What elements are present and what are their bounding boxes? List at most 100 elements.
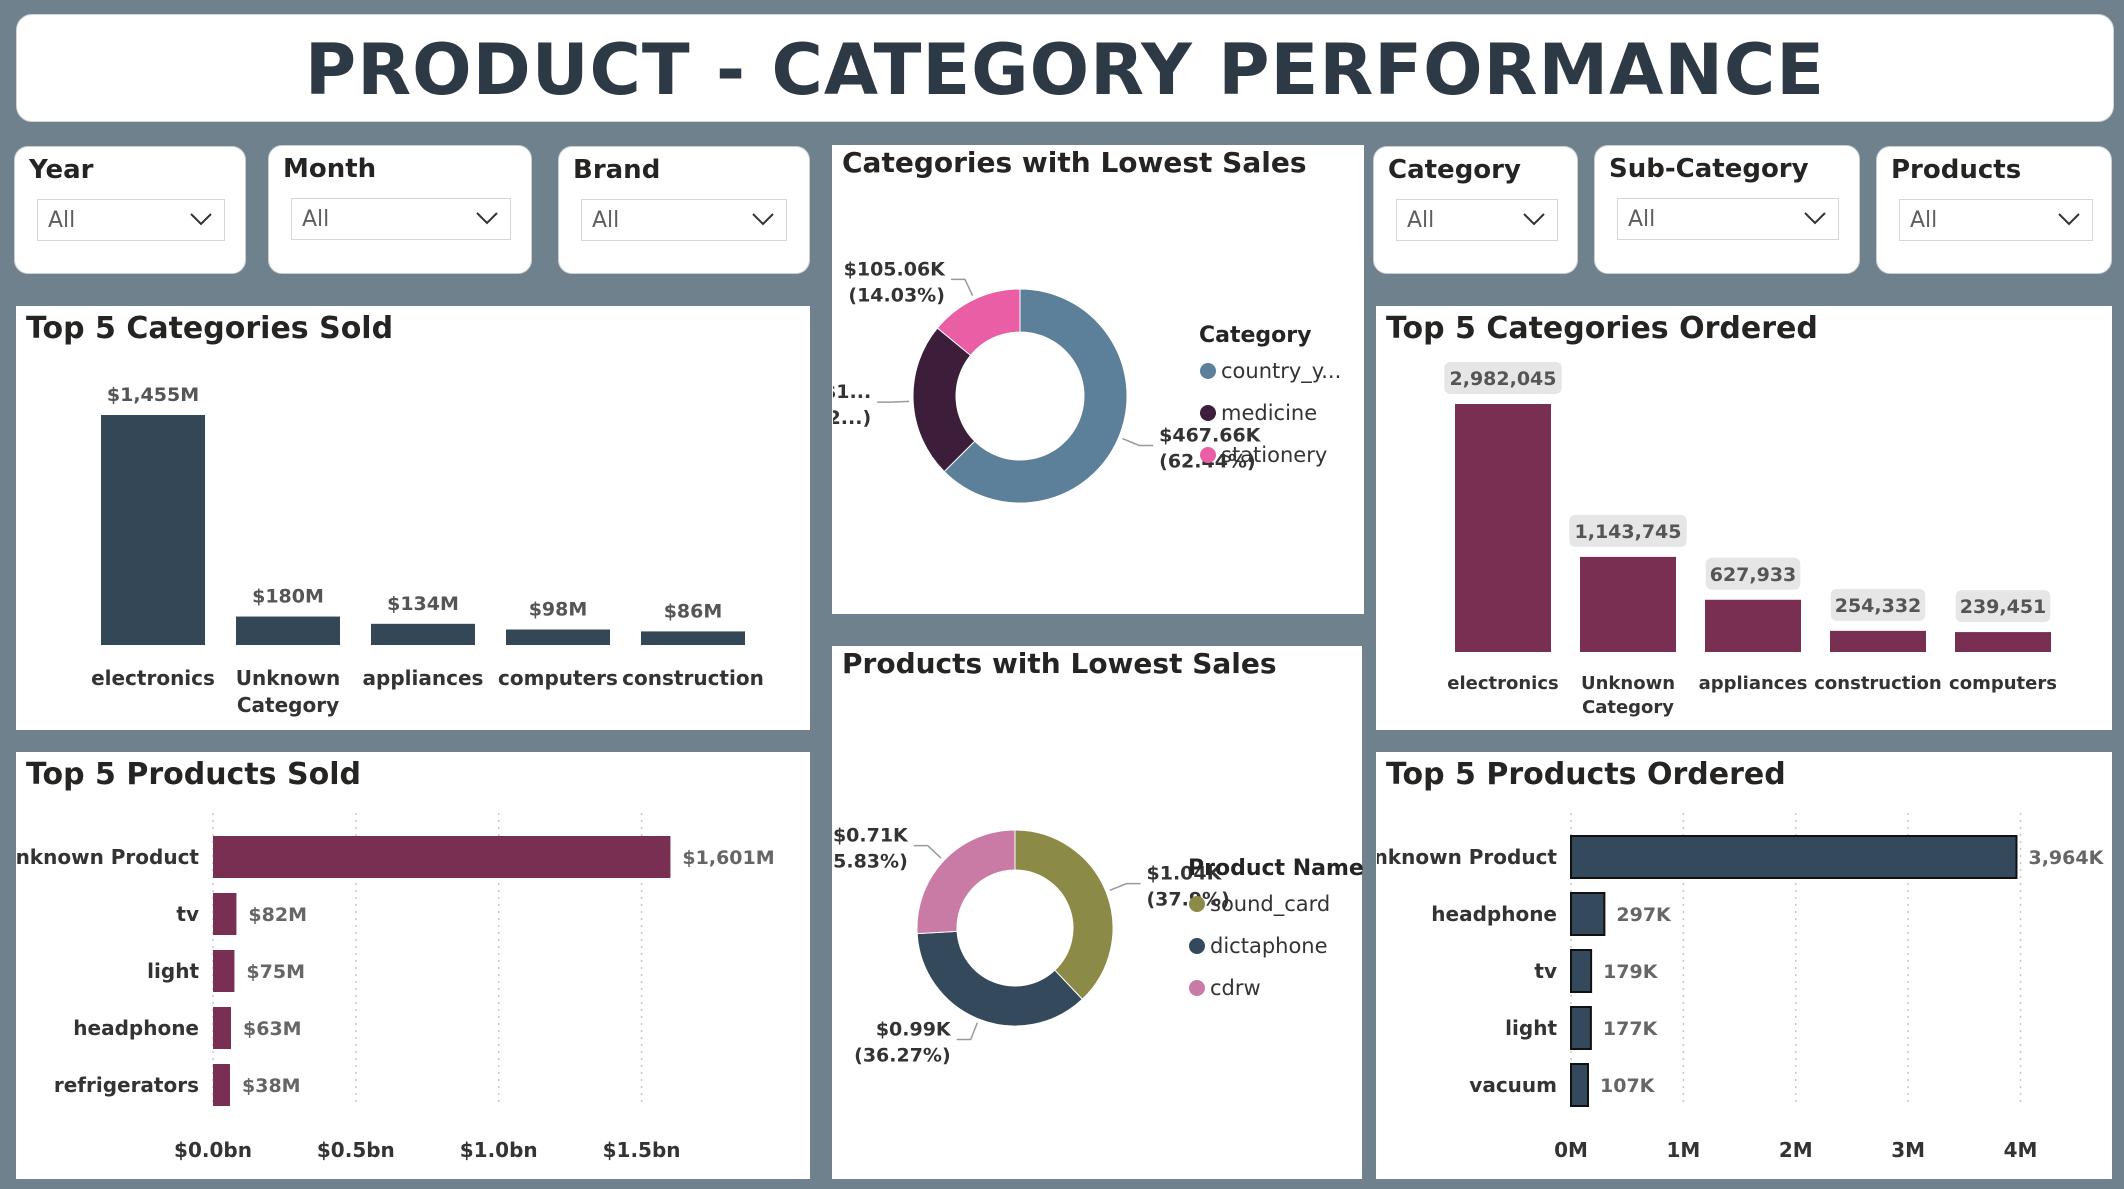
slicer-label: Month (283, 154, 377, 184)
data-label: (25.83%) (833, 851, 908, 873)
bar (506, 629, 610, 645)
title-banner: PRODUCT - CATEGORY PERFORMANCE (16, 14, 2114, 122)
category-dropdown[interactable]: All (1396, 199, 1558, 241)
brand-dropdown[interactable]: All (581, 199, 787, 241)
data-label: $82M (248, 904, 307, 926)
leader-line (877, 400, 910, 403)
category-label: appliances (1699, 673, 1808, 694)
data-label: $1,601M (682, 847, 774, 869)
dropdown-value: All (48, 208, 76, 233)
category-label: electronics (91, 666, 215, 690)
panel-top5-categories-sold: Top 5 Categories Sold $1,455M electronics… (16, 306, 810, 730)
donut-slice (916, 829, 1016, 935)
dropdown-value: All (1910, 208, 1938, 233)
data-label: 297K (1616, 904, 1672, 926)
category-label: Unknown Product (1377, 845, 1557, 869)
donut-slice (916, 930, 1083, 1027)
category-label: Unknown Product (17, 845, 199, 869)
data-label: $0.71K (833, 825, 909, 847)
data-label: 1,143,745 (1575, 521, 1682, 543)
bar (213, 1064, 230, 1106)
month-dropdown[interactable]: All (291, 198, 511, 240)
slicer-sub-category[interactable]: Sub-Category All (1594, 145, 1860, 274)
legend-title: Product Name (1188, 856, 1363, 881)
bar (1830, 630, 1926, 652)
bar (371, 623, 475, 645)
top5-products-ordered-chart: 0M 1M 2M 3M 4M Unknown Product 3,964K headphone… (1377, 813, 2105, 1162)
bar (1455, 404, 1551, 652)
data-label: 179K (1603, 961, 1659, 983)
bar (1570, 835, 2018, 879)
sub-category-dropdown[interactable]: All (1617, 198, 1839, 240)
bar (1955, 632, 2051, 652)
data-label: 254,332 (1835, 595, 1922, 617)
x-tick-label: $0.0bn (174, 1138, 252, 1162)
panel-top5-products-ordered: Top 5 Products Ordered 0M 1M 2M 3M 4M Unknown… (1376, 752, 2112, 1179)
slicer-products[interactable]: Products All (1876, 146, 2112, 274)
data-label: $0.99K (876, 1019, 952, 1041)
slicer-label: Products (1891, 155, 2022, 185)
x-tick-label: $1.0bn (460, 1138, 538, 1162)
bar (101, 415, 205, 645)
panel-categories-lowest-sales: Categories with Lowest Sales $467.66K(62… (832, 145, 1364, 614)
page-title: PRODUCT - CATEGORY PERFORMANCE (304, 29, 1826, 111)
legend-label: dictaphone (1210, 934, 1328, 958)
bar (1570, 1006, 1592, 1050)
dropdown-value: All (302, 207, 330, 232)
slicer-month[interactable]: Month All (268, 145, 532, 274)
x-tick-label: $1.5bn (603, 1138, 681, 1162)
products-lowest-sales-chart: $1.04K(37.9%)$0.99K(36.27%)$0.71K(25.83%… (833, 825, 1363, 1067)
slicer-brand[interactable]: Brand All (558, 146, 810, 274)
category-label: Unknown (236, 666, 340, 690)
slicer-year[interactable]: Year All (14, 146, 246, 274)
legend-label: country_y... (1221, 359, 1341, 384)
category-label: construction (622, 666, 764, 690)
panel-top5-categories-ordered: Top 5 Categories Ordered 2,982,045 electr… (1376, 306, 2112, 730)
category-label: tv (176, 902, 199, 926)
category-label: Category (237, 693, 339, 717)
leader-line (1109, 882, 1141, 892)
bar (1570, 892, 1606, 936)
panel-top5-products-sold: Top 5 Products Sold $0.0bn $0.5bn $1.0bn $1… (16, 752, 810, 1179)
data-label: $134M (387, 593, 459, 615)
bar (213, 950, 235, 992)
data-label: $98M (529, 599, 588, 621)
slicer-label: Category (1388, 155, 1521, 185)
x-tick-label: $0.5bn (317, 1138, 395, 1162)
bar (1580, 556, 1676, 652)
chevron-down-icon (190, 213, 212, 226)
bar (236, 616, 340, 645)
leader-line (950, 278, 974, 296)
dropdown-value: All (592, 208, 620, 233)
year-dropdown[interactable]: All (37, 199, 225, 241)
data-label: $105.06K (844, 258, 947, 280)
legend-label: stationery (1221, 443, 1327, 467)
category-label: computers (1949, 673, 2057, 694)
x-tick-label: 4M (2004, 1138, 2038, 1162)
data-label: $1,455M (107, 384, 199, 406)
legend-label: medicine (1221, 401, 1317, 425)
category-label: headphone (1431, 902, 1557, 926)
x-tick-label: 1M (1666, 1138, 1700, 1162)
slicer-label: Brand (573, 155, 661, 185)
data-label: 107K (1600, 1075, 1656, 1097)
data-label: (36.27%) (854, 1045, 951, 1067)
chevron-down-icon (1523, 213, 1545, 226)
category-label: Unknown (1581, 673, 1675, 694)
slicer-category[interactable]: Category All (1373, 146, 1578, 274)
data-label: (2...) (833, 407, 871, 429)
legend-label: sound_card (1210, 892, 1330, 917)
bar (213, 836, 671, 878)
slicer-label: Sub-Category (1609, 154, 1809, 184)
products-dropdown[interactable]: All (1899, 199, 2093, 241)
donut-slice (1014, 829, 1114, 1000)
chevron-down-icon (1804, 212, 1826, 225)
data-label: 627,933 (1710, 564, 1797, 586)
legend-marker (1200, 405, 1216, 421)
leader-line (1122, 437, 1154, 447)
bar (213, 893, 237, 935)
x-tick-label: 3M (1891, 1138, 1925, 1162)
bar (641, 631, 745, 645)
legend-marker (1189, 980, 1205, 996)
category-label: light (147, 959, 199, 983)
